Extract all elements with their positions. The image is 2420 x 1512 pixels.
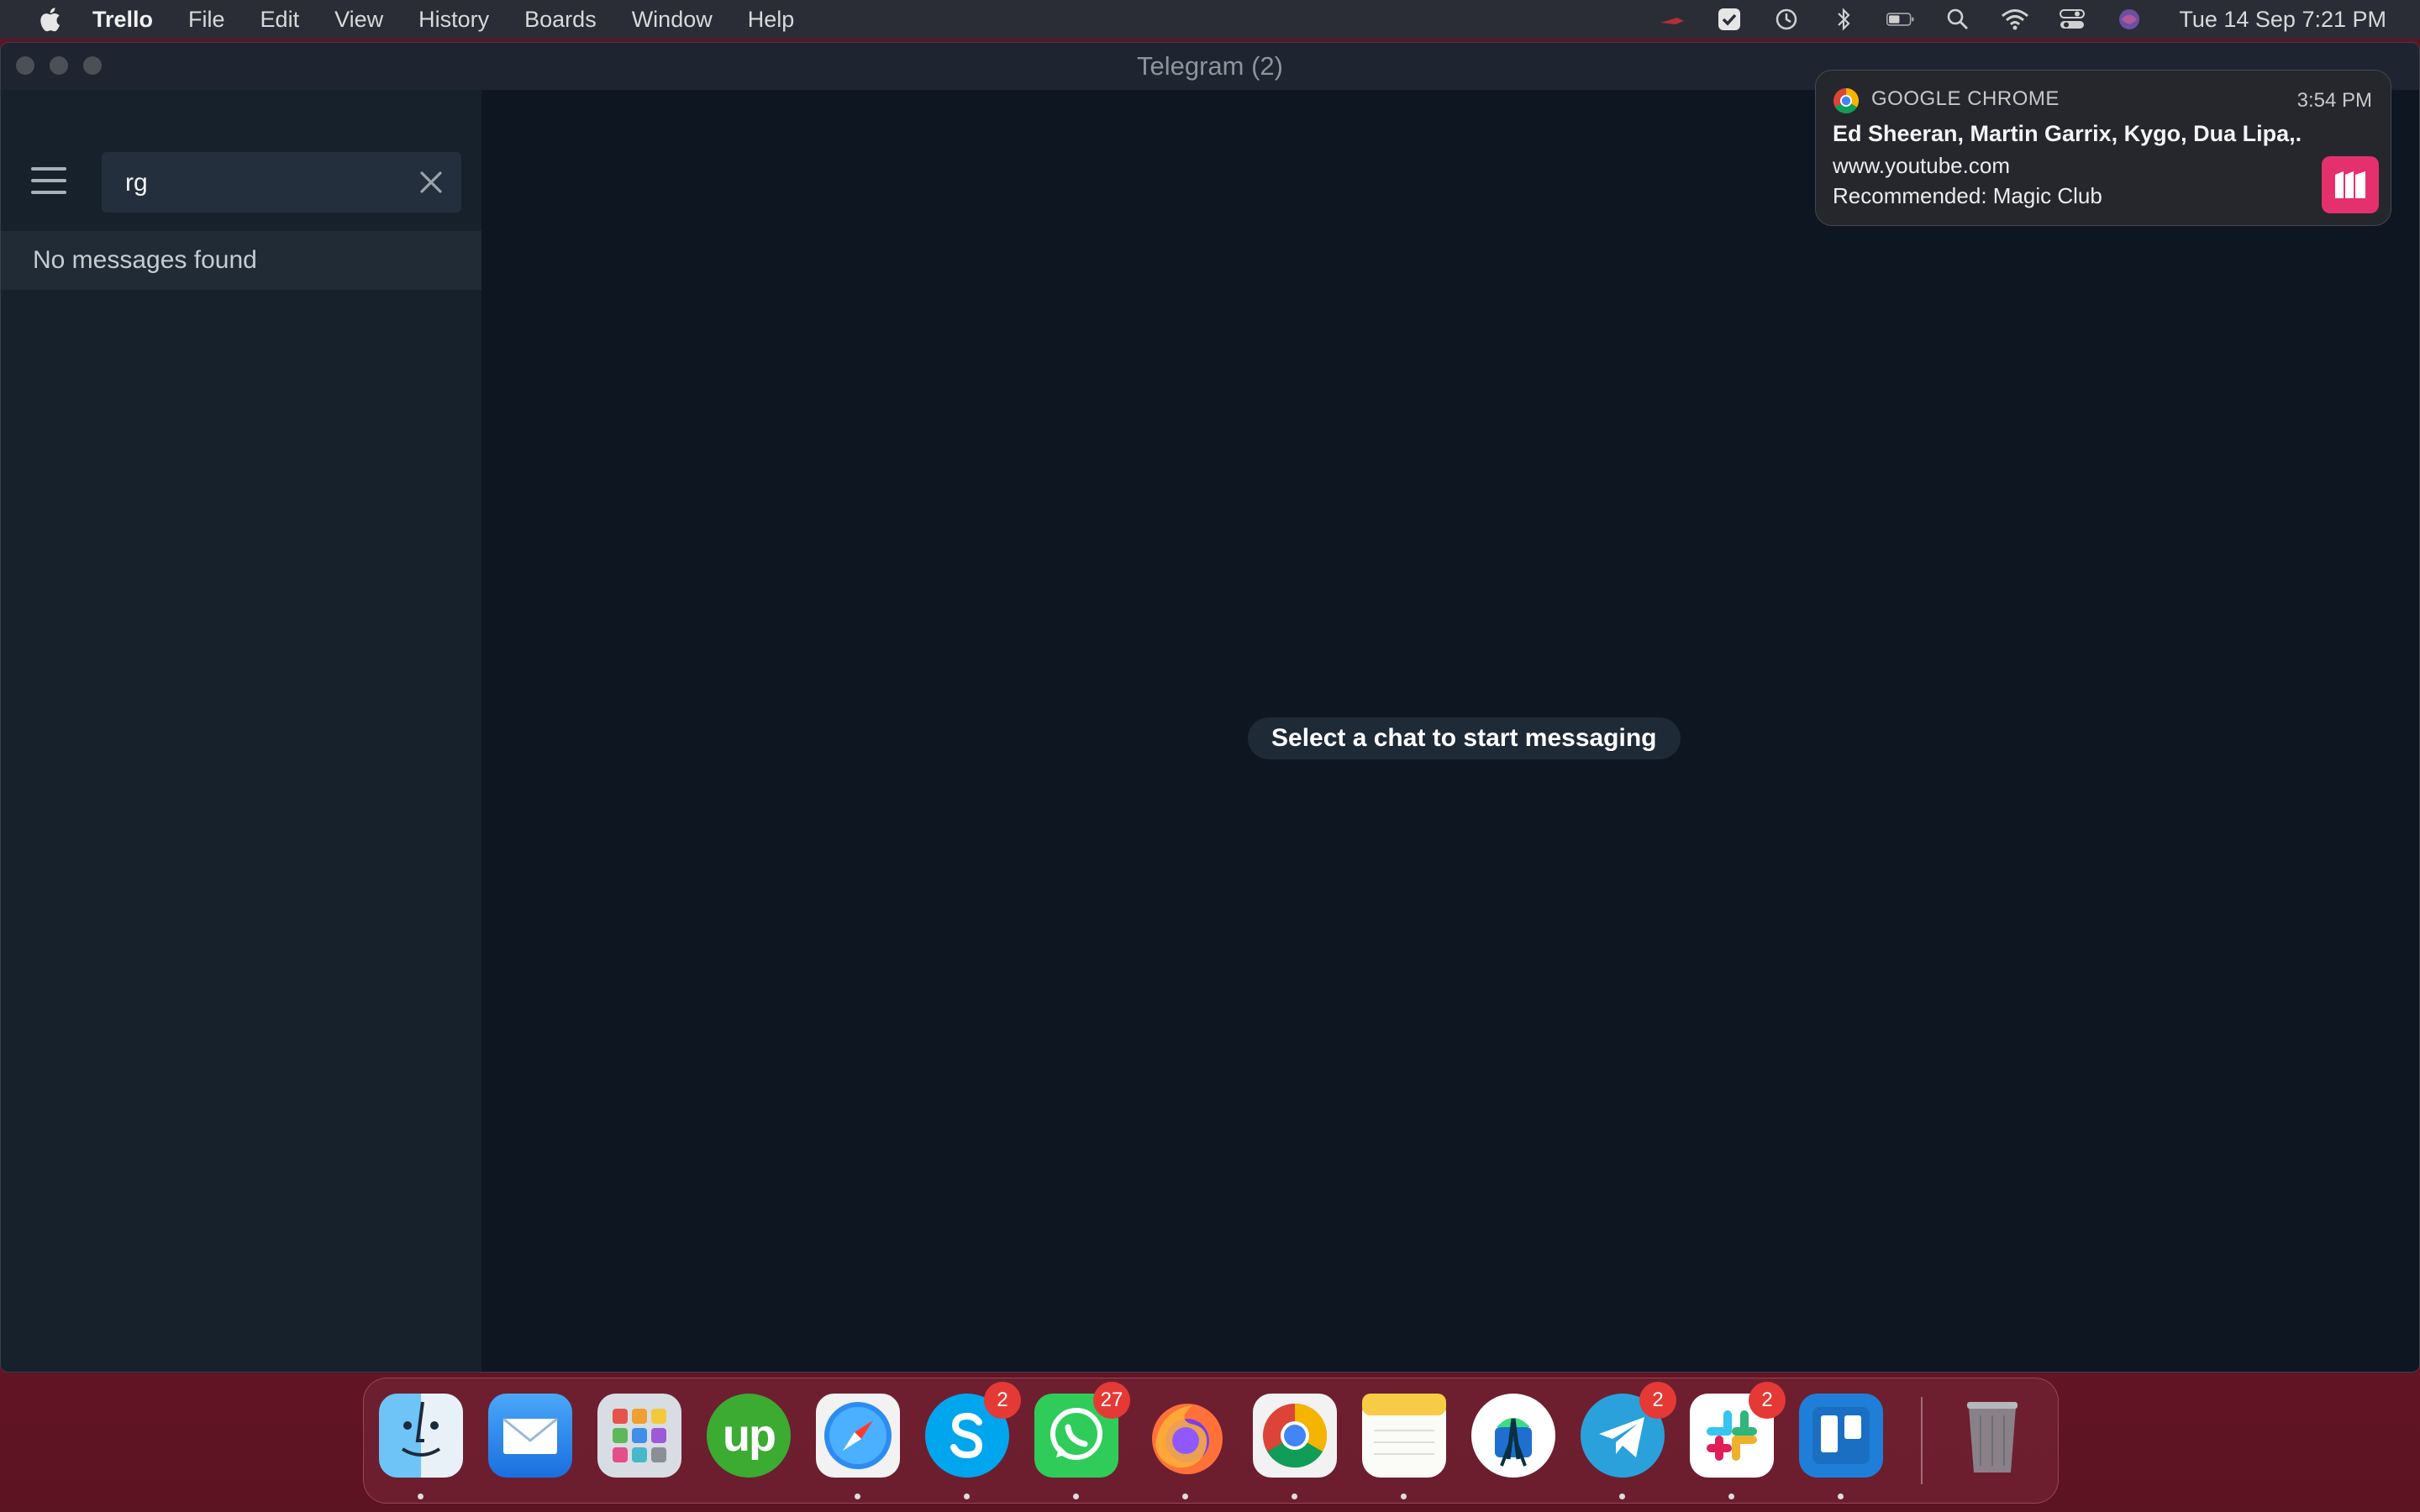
window-controls	[16, 56, 102, 75]
menu-boards[interactable]: Boards	[524, 7, 597, 33]
no-results-message: No messages found	[1, 231, 481, 290]
trash-icon[interactable]	[1950, 1394, 2034, 1478]
hamburger-menu-icon[interactable]	[31, 167, 68, 196]
telegram-badge: 2	[1639, 1382, 1676, 1419]
upwork-icon[interactable]: up	[707, 1394, 791, 1478]
menubar-clock[interactable]: Tue 14 Sep 7:21 PM	[2179, 7, 2386, 33]
spotlight-dot-icon[interactable]	[1658, 7, 1686, 32]
menu-history[interactable]: History	[418, 7, 489, 33]
notification-body: Recommended: Magic Club	[1833, 183, 2102, 208]
search-field[interactable]	[102, 152, 461, 213]
notification-app-name: GOOGLE CHROME	[1871, 87, 2060, 110]
upwork-logo-text: up	[723, 1410, 776, 1461]
firefox-icon[interactable]	[1144, 1394, 1228, 1478]
control-center-icon[interactable]	[2058, 7, 2086, 32]
mail-icon[interactable]	[488, 1394, 572, 1478]
zoom-window-button[interactable]	[83, 56, 102, 75]
menu-help[interactable]: Help	[748, 7, 795, 33]
search-input[interactable]	[124, 165, 396, 201]
window-title: Telegram (2)	[1137, 51, 1283, 81]
menu-file[interactable]: File	[188, 7, 225, 33]
trello-icon[interactable]	[1799, 1394, 1883, 1478]
skype-running-indicator	[964, 1494, 970, 1499]
close-window-button[interactable]	[16, 56, 34, 75]
telegram-icon[interactable]: 2	[1581, 1382, 1676, 1478]
notification-subtitle: www.youtube.com	[1833, 153, 2010, 178]
slack-icon[interactable]: 2	[1690, 1382, 1786, 1478]
wifi-icon[interactable]	[2001, 7, 2029, 32]
apple-menu-icon[interactable]	[34, 4, 64, 34]
whatsapp-badge: 27	[1093, 1382, 1130, 1419]
menu-app-name[interactable]: Trello	[92, 7, 153, 33]
dock: up 2 27 2 2	[363, 1378, 2059, 1504]
notes-icon[interactable]	[1362, 1394, 1446, 1478]
android-studio-icon[interactable]	[1471, 1394, 1555, 1478]
dock-separator	[1921, 1397, 1923, 1484]
clear-search-icon[interactable]	[416, 167, 446, 197]
slack-running-indicator	[1728, 1494, 1734, 1499]
trello-running-indicator	[1838, 1494, 1844, 1499]
whatsapp-running-indicator	[1073, 1494, 1079, 1499]
notification-title: Ed Sheeran, Martin Garrix, Kygo, Dua Lip…	[1833, 121, 2303, 146]
menu-window[interactable]: Window	[632, 7, 713, 33]
whatsapp-icon[interactable]: 27	[1034, 1382, 1130, 1478]
chrome-icon[interactable]	[1253, 1394, 1337, 1478]
chrome-running-indicator	[1292, 1494, 1297, 1499]
bluetooth-icon[interactable]	[1829, 7, 1858, 32]
menu-bar: Trello File Edit View History Boards Win…	[0, 0, 2420, 39]
chrome-icon	[1833, 87, 1860, 114]
finder-running-indicator	[418, 1494, 424, 1499]
safari-icon[interactable]	[816, 1394, 900, 1478]
menu-edit[interactable]: Edit	[260, 7, 300, 33]
siri-icon[interactable]	[2115, 7, 2144, 32]
slack-badge: 2	[1749, 1382, 1786, 1419]
telegram-window: Telegram (2) No messages found Select a …	[0, 42, 2420, 1373]
notification-banner[interactable]: GOOGLE CHROME 3:54 PM Ed Sheeran, Martin…	[1815, 70, 2391, 226]
battery-icon[interactable]	[1886, 7, 1915, 32]
minimize-window-button[interactable]	[50, 56, 68, 75]
notes-running-indicator	[1401, 1494, 1407, 1499]
chat-main-area: Select a chat to start messaging	[481, 90, 2419, 1372]
skype-badge: 2	[984, 1382, 1021, 1419]
chat-sidebar: No messages found	[1, 90, 481, 1372]
launchpad-icon[interactable]	[597, 1394, 681, 1478]
checkmark-app-icon[interactable]	[1715, 7, 1744, 32]
skype-icon[interactable]: 2	[925, 1382, 1021, 1478]
notification-thumbnail	[2322, 156, 2379, 213]
safari-running-indicator	[855, 1494, 860, 1499]
notification-time: 3:54 PM	[2296, 89, 2372, 112]
firefox-running-indicator	[1182, 1494, 1188, 1499]
finder-icon[interactable]	[379, 1394, 463, 1478]
search-icon[interactable]	[1944, 7, 1972, 32]
time-machine-icon[interactable]	[1772, 7, 1801, 32]
telegram-running-indicator	[1619, 1494, 1625, 1499]
menu-view[interactable]: View	[334, 7, 383, 33]
empty-state-message: Select a chat to start messaging	[1248, 717, 1681, 759]
